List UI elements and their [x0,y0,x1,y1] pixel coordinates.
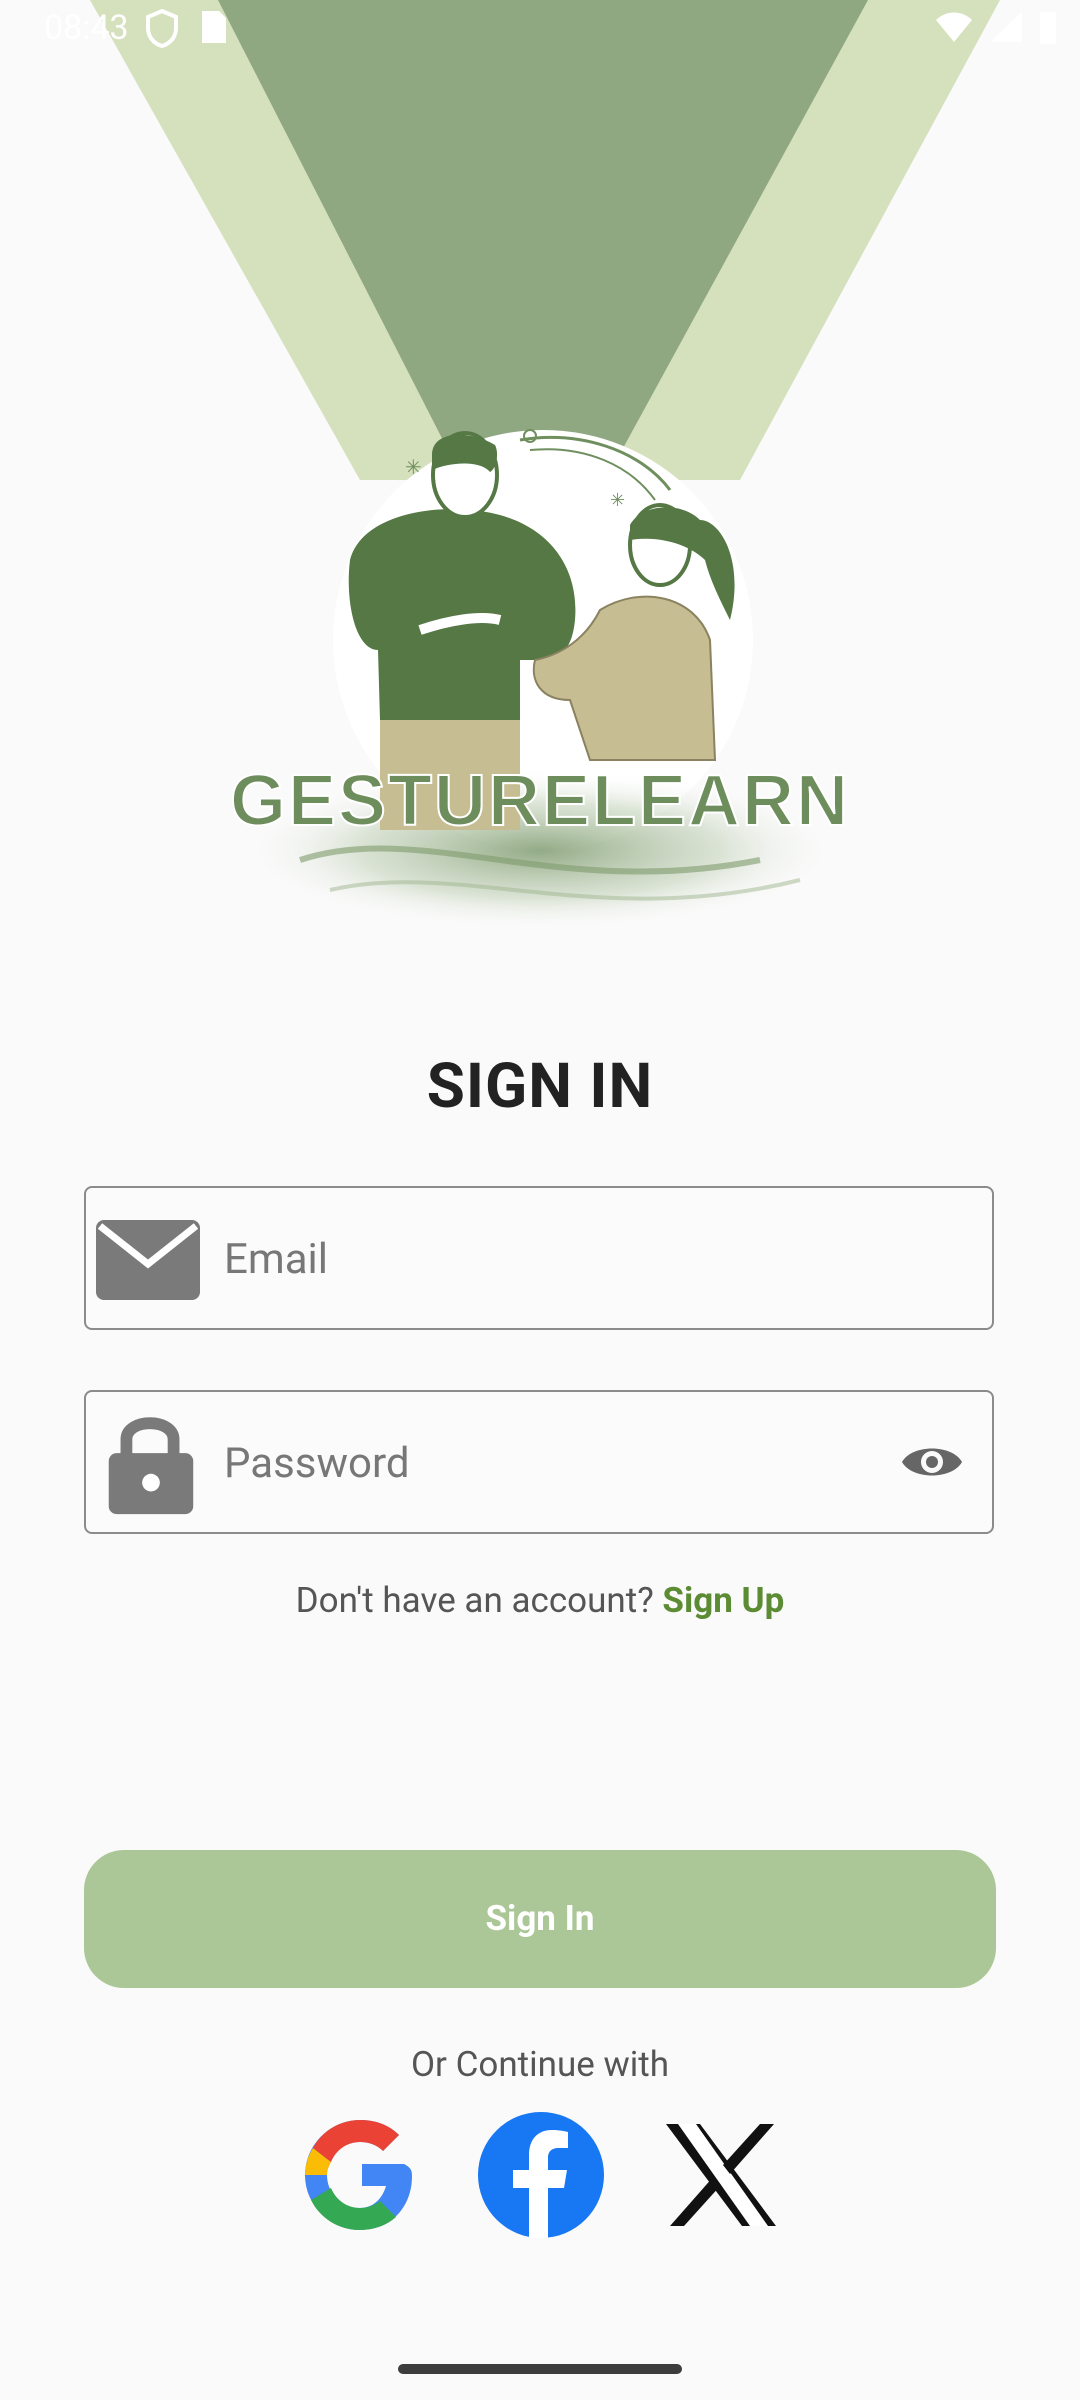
status-bar: 08:43 [0,0,1080,60]
page-title: SIGN IN [426,1050,654,1123]
password-input[interactable] [222,1392,906,1534]
signup-prompt-text: Don't have an account? [295,1580,663,1621]
home-indicator[interactable] [398,2364,682,2374]
google-icon[interactable] [296,2110,426,2240]
eye-icon[interactable] [900,1436,964,1488]
logo-wordmark: GESTURELEARN [230,761,850,841]
signin-button[interactable]: Sign In [84,1850,996,1988]
signup-link[interactable]: Sign Up [662,1580,784,1621]
hero-illustration: ✳ ✳ GESTURELEARN [90,0,1000,930]
battery-icon [1040,12,1056,44]
x-icon[interactable] [656,2110,786,2240]
email-field[interactable] [84,1186,994,1330]
sim-card-icon [202,11,226,43]
or-continue-label: Or Continue with [410,2044,670,2085]
wifi-icon [936,12,972,42]
signal-icon [990,12,1022,42]
mail-icon [96,1220,200,1300]
svg-text:✳: ✳ [610,490,625,511]
shield-icon [146,8,178,48]
password-field[interactable] [84,1390,994,1534]
lock-icon [108,1417,194,1515]
facebook-icon[interactable] [476,2110,606,2240]
svg-text:✳: ✳ [405,455,422,479]
status-time: 08:43 [44,8,129,48]
email-input[interactable] [222,1188,906,1330]
signup-prompt: Don't have an account? Sign Up [0,1580,1080,1621]
